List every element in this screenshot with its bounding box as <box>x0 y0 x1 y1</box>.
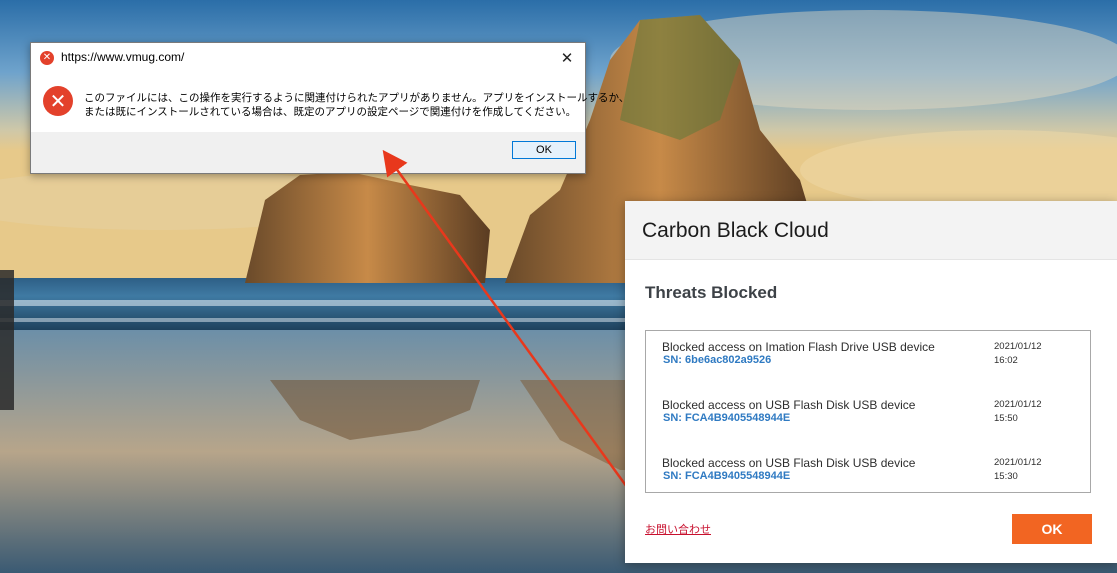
threat-date: 2021/01/12 <box>994 399 1042 410</box>
threat-time: 15:30 <box>994 471 1018 482</box>
threat-serial: SN: FCA4B9405548944E <box>663 412 791 424</box>
threat-serial: SN: 6be6ac802a9526 <box>663 354 772 366</box>
panel-title: Carbon Black Cloud <box>642 219 829 242</box>
threat-list[interactable]: Blocked access on Imation Flash Drive US… <box>645 330 1091 493</box>
threat-description: Blocked access on USB Flash Disk USB dev… <box>662 456 916 470</box>
panel-header: Carbon Black Cloud <box>625 201 1117 260</box>
list-item[interactable]: Blocked access on USB Flash Disk USB dev… <box>646 389 1090 447</box>
error-x-icon: ✕ <box>40 51 54 65</box>
list-item[interactable]: Blocked access on Imation Flash Drive US… <box>646 331 1090 389</box>
ok-button[interactable]: OK <box>1012 514 1092 544</box>
threat-description: Blocked access on USB Flash Disk USB dev… <box>662 398 916 412</box>
dialog-message-line: このファイルには、この操作を実行するように関連付けられたアプリがありません。アプ… <box>84 92 630 104</box>
list-item[interactable]: Blocked access on USB Flash Disk USB dev… <box>646 447 1090 492</box>
section-title: Threats Blocked <box>645 283 778 302</box>
error-dialog: ✕ https://www.vmug.com/ ✕ ✕ このファイルには、この操… <box>30 42 630 174</box>
dialog-message-line: または既にインストールされている場合は、既定のアプリの設定ページで関連付けを作成… <box>84 106 577 118</box>
dialog-title: https://www.vmug.com/ <box>61 50 185 64</box>
error-x-icon: ✕ <box>43 86 73 116</box>
threat-time: 16:02 <box>994 355 1018 366</box>
threat-description: Blocked access on Imation Flash Drive US… <box>662 340 935 354</box>
close-button[interactable]: ✕ <box>555 47 579 69</box>
contact-link[interactable]: お問い合わせ <box>645 521 711 537</box>
dialog-message: このファイルには、この操作を実行するように関連付けられたアプリがありません。アプ… <box>84 91 630 119</box>
threat-serial: SN: FCA4B9405548944E <box>663 470 791 482</box>
threat-date: 2021/01/12 <box>994 341 1042 352</box>
threat-time: 15:50 <box>994 413 1018 424</box>
carbon-black-panel: Carbon Black Cloud Threats Blocked Block… <box>625 201 1117 563</box>
threat-date: 2021/01/12 <box>994 457 1042 468</box>
dialog-footer: OK <box>31 132 585 173</box>
dialog-titlebar[interactable]: ✕ https://www.vmug.com/ ✕ <box>31 43 585 73</box>
ok-button[interactable]: OK <box>512 141 576 159</box>
